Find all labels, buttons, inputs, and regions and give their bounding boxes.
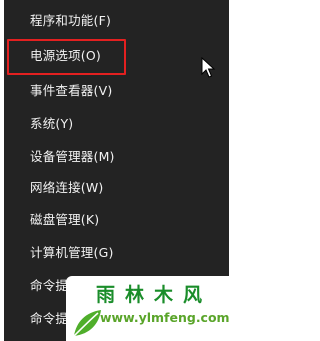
menu-item-computer-management[interactable]: 计算机管理(G) — [30, 243, 114, 263]
highlight-box-power-options — [7, 39, 126, 75]
leaf-logo-icon — [73, 310, 101, 337]
menu-item-device-manager[interactable]: 设备管理器(M) — [30, 147, 115, 167]
menu-item-programs-and-features[interactable]: 程序和功能(F) — [30, 11, 111, 31]
mouse-pointer-icon — [201, 57, 216, 78]
menu-item-event-viewer[interactable]: 事件查看器(V) — [30, 81, 112, 101]
watermark: 雨林木风 www.ylmfeng.com — [66, 276, 230, 341]
watermark-url: www.ylmfeng.com — [100, 310, 230, 325]
screenshot-frame: 程序和功能(F) 电源选项(O) 事件查看器(V) 系统(Y) 设备管理器(M)… — [0, 0, 230, 341]
watermark-title: 雨林木风 — [96, 284, 213, 306]
menu-item-system[interactable]: 系统(Y) — [30, 114, 73, 134]
menu-item-disk-management[interactable]: 磁盘管理(K) — [30, 210, 99, 230]
menu-item-network-connections[interactable]: 网络连接(W) — [30, 178, 104, 198]
